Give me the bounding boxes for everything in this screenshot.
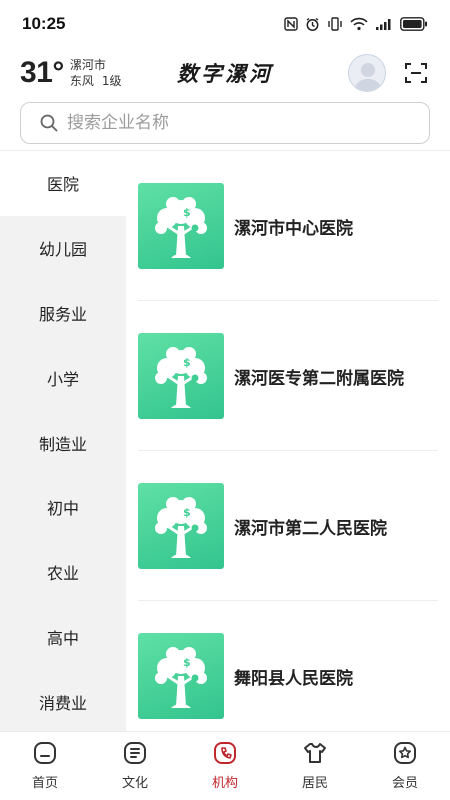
category-item-manufacturing[interactable]: 制造业: [0, 410, 126, 475]
search-input[interactable]: [67, 113, 407, 133]
wind-direction: 东风: [69, 74, 94, 88]
svg-text:$: $: [183, 656, 191, 669]
tab-label: 首页: [31, 776, 58, 791]
wifi-icon: [350, 17, 368, 31]
tab-institution[interactable]: 机构: [180, 732, 270, 800]
search-bar[interactable]: [20, 102, 430, 144]
tab-label: 文化: [121, 776, 148, 791]
weather-widget[interactable]: 31° 漯河市 东风 1级: [20, 56, 122, 90]
home-icon: [32, 740, 58, 766]
list-item[interactable]: $ 漯河市中心医院: [138, 151, 438, 301]
header: 31° 漯河市 东风 1级 数字漯河: [0, 48, 450, 98]
signal-icon: [375, 17, 393, 31]
bottom-tab-bar: 首页 文化 机构 居民 会员: [0, 731, 450, 800]
institution-list: $ 漯河市中心医院 $ 漯河医专第二附属医院 $ 漯河市第二人民医院 $ 舞阳县…: [126, 151, 450, 731]
vibrate-icon: [327, 17, 343, 31]
tree-logo-icon: $: [155, 197, 207, 258]
institution-name: 漯河市第二人民医院: [234, 518, 387, 539]
list-item[interactable]: $ 漯河医专第二附属医院: [138, 301, 438, 451]
member-icon: [392, 740, 418, 766]
svg-text:$: $: [183, 206, 191, 219]
category-item-primary-school[interactable]: 小学: [0, 345, 126, 410]
svg-text:$: $: [183, 356, 191, 369]
tree-logo-icon: $: [155, 497, 207, 558]
avatar[interactable]: [348, 54, 386, 92]
wind-level: 1级: [101, 74, 122, 88]
list-item[interactable]: $ 舞阳县人民医院: [138, 601, 438, 731]
category-item-consumer[interactable]: 消费业: [0, 669, 126, 734]
resident-icon: [302, 740, 328, 766]
tree-logo-icon: $: [155, 647, 207, 708]
institution-name: 漯河医专第二附属医院: [234, 368, 404, 389]
category-item-kindergarten[interactable]: 幼儿园: [0, 216, 126, 281]
institution-logo: $: [138, 633, 224, 719]
svg-text:$: $: [183, 506, 191, 519]
culture-icon: [122, 740, 148, 766]
institution-name: 舞阳县人民医院: [234, 668, 353, 689]
institution-icon: [212, 740, 238, 766]
category-item-junior-high[interactable]: 初中: [0, 475, 126, 540]
institution-logo: $: [138, 183, 224, 269]
tab-label: 会员: [391, 776, 418, 791]
institution-name: 漯河市中心医院: [234, 218, 353, 239]
status-bar: 10:25: [0, 0, 450, 48]
tab-member[interactable]: 会员: [360, 732, 450, 800]
tab-label: 机构: [211, 776, 238, 791]
nfc-icon: [284, 17, 298, 31]
institution-logo: $: [138, 333, 224, 419]
user-silhouette-icon: [354, 63, 382, 91]
category-item-service[interactable]: 服务业: [0, 281, 126, 346]
tab-home[interactable]: 首页: [0, 732, 90, 800]
category-item-senior-high[interactable]: 高中: [0, 605, 126, 670]
status-icons: [284, 17, 428, 32]
alarm-icon: [305, 17, 320, 32]
wind-info: 东风 1级: [70, 73, 122, 89]
battery-icon: [400, 17, 428, 31]
status-time: 10:25: [22, 14, 66, 33]
category-item-hospital[interactable]: 医院: [0, 151, 126, 216]
weather-info: 漯河市 东风 1级: [70, 57, 122, 89]
search-icon: [40, 114, 58, 132]
institution-logo: $: [138, 483, 224, 569]
tree-logo-icon: $: [155, 347, 207, 408]
category-item-agriculture[interactable]: 农业: [0, 540, 126, 605]
city-name: 漯河市: [69, 58, 106, 72]
tab-resident[interactable]: 居民: [270, 732, 360, 800]
scan-icon[interactable]: [404, 61, 428, 85]
temperature: 31°: [20, 56, 64, 89]
tab-label: 居民: [301, 776, 328, 791]
tab-culture[interactable]: 文化: [90, 732, 180, 800]
list-item[interactable]: $ 漯河市第二人民医院: [138, 451, 438, 601]
category-sidebar: 医院 幼儿园 服务业 小学 制造业 初中 农业 高中 消费业: [0, 151, 126, 731]
